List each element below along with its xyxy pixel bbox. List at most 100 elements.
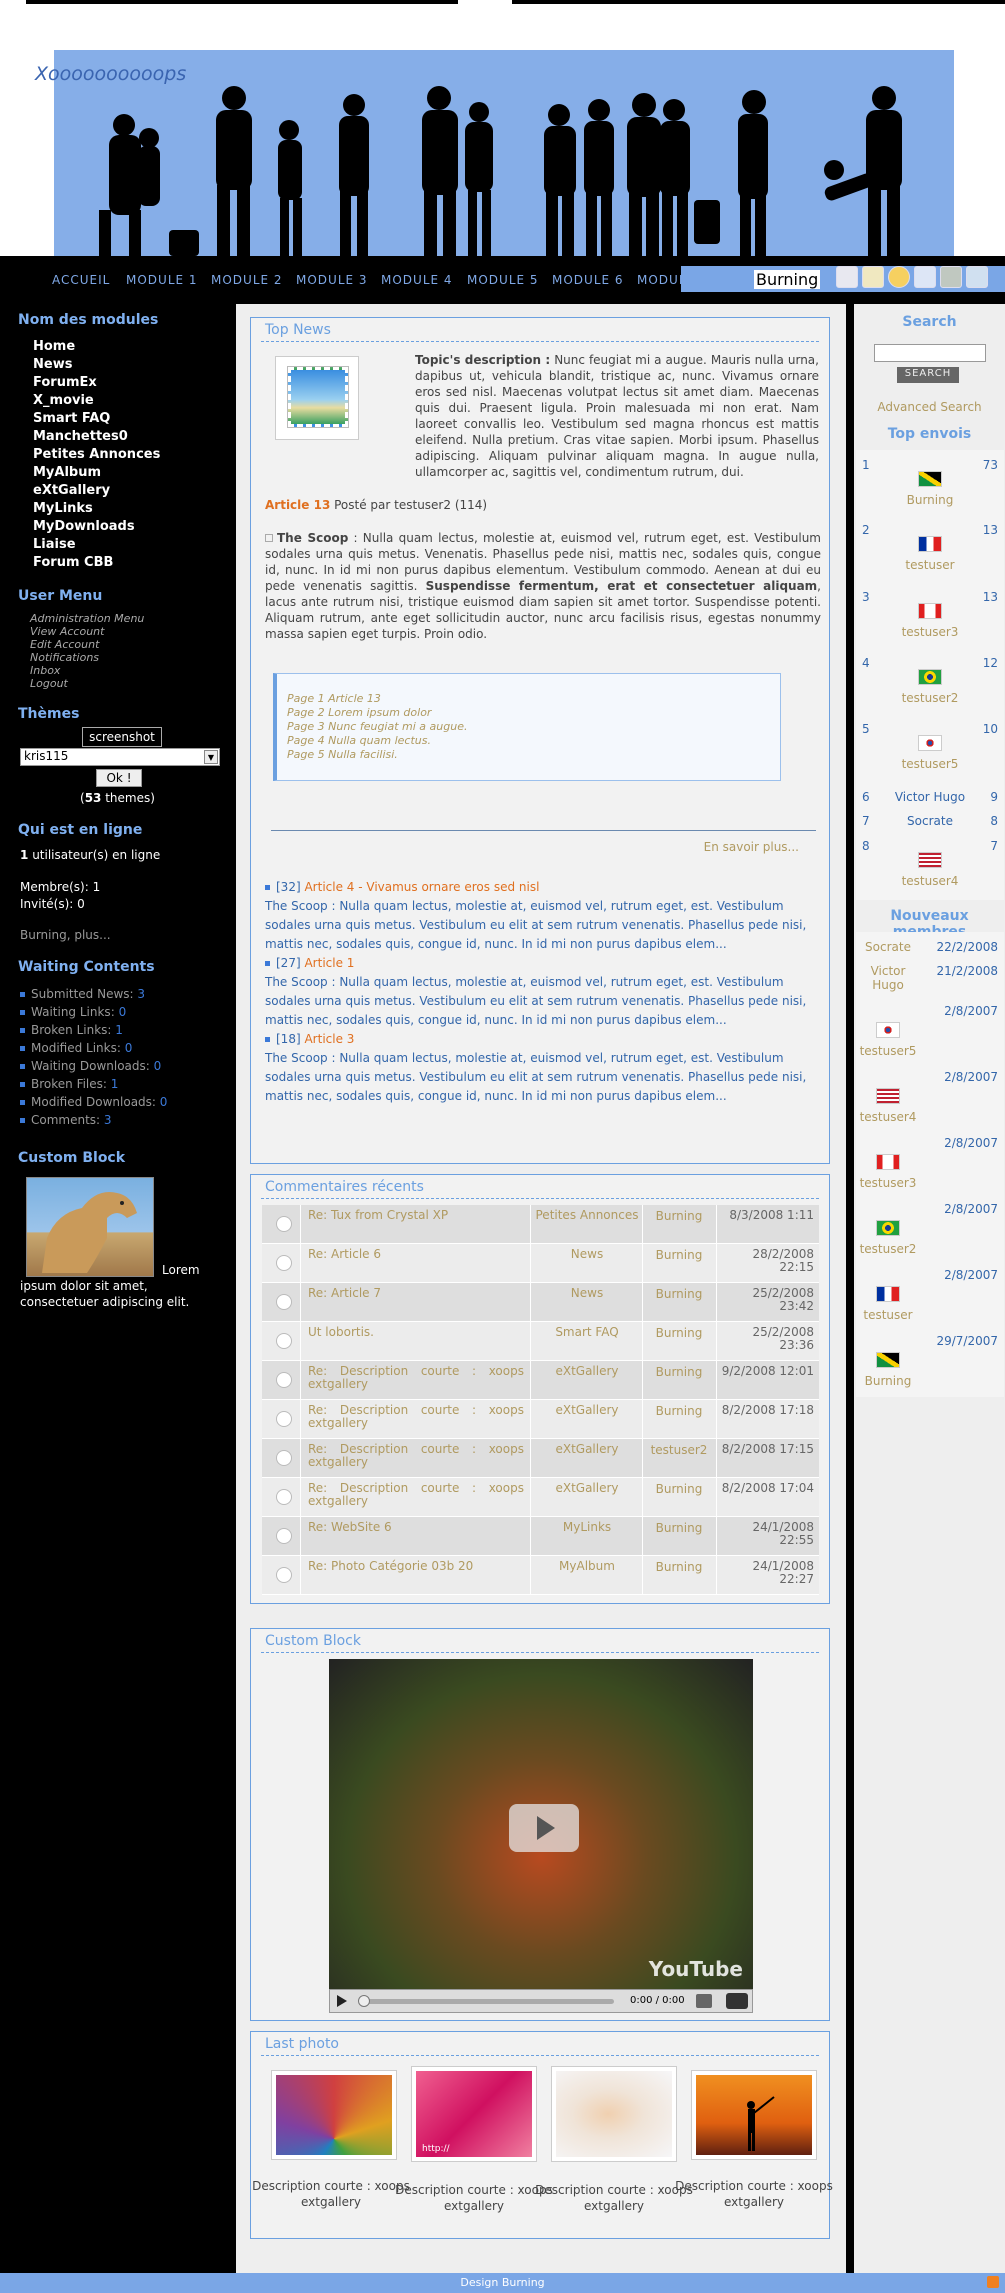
poster-name[interactable]: Victor Hugo (856, 790, 1004, 804)
module-link[interactable]: ForumEx (33, 374, 160, 392)
user-menu-link[interactable]: View Account (30, 625, 144, 638)
comment-user[interactable]: testuser2 (644, 1443, 714, 1457)
poster-name[interactable]: testuser3 (856, 625, 1004, 639)
comment-subject[interactable]: Re: Description courte : xoops extgaller… (308, 1365, 524, 1391)
progress-handle[interactable] (358, 1995, 370, 2007)
waiting-item[interactable]: Waiting Downloads: 0 (20, 1057, 167, 1075)
user-menu-link[interactable]: Inbox (30, 664, 144, 677)
play-icon[interactable] (509, 1804, 579, 1852)
rss-icon[interactable] (987, 2276, 999, 2288)
volume-icon[interactable] (696, 1994, 712, 2008)
member-name[interactable]: testuser3 (856, 1176, 920, 1190)
member-name[interactable]: Socrate (856, 940, 920, 954)
waiting-item[interactable]: Modified Links: 0 (20, 1039, 167, 1057)
comment-module[interactable]: eXtGallery (534, 1443, 640, 1456)
module-link[interactable]: MyDownloads (33, 518, 160, 536)
module-link[interactable]: Petites Annonces (33, 446, 160, 464)
waiting-item[interactable]: Submitted News: 3 (20, 985, 167, 1003)
comment-subject[interactable]: Ut lobortis. (308, 1326, 524, 1339)
theme-ok-button[interactable]: Ok ! (96, 769, 142, 787)
page-link[interactable]: Page 4 Nulla quam lectus. (287, 734, 780, 748)
article-author[interactable]: Posté par testuser2 (114) (334, 498, 487, 512)
comment-subject[interactable]: Re: WebSite 6 (308, 1521, 524, 1534)
poster-name[interactable]: testuser4 (856, 874, 1004, 888)
nav-item-module-3[interactable]: MODULE 3 (296, 273, 368, 287)
module-link[interactable]: Liaise (33, 536, 160, 554)
photo-thumb[interactable] (551, 2066, 677, 2162)
member-name[interactable]: Victor Hugo (856, 964, 920, 992)
member-name[interactable]: testuser2 (856, 1242, 920, 1256)
comment-user[interactable]: Burning (644, 1248, 714, 1262)
comment-module[interactable]: Smart FAQ (534, 1326, 640, 1339)
mail-icon[interactable] (836, 266, 858, 288)
user-menu-link[interactable]: Administration Menu (30, 612, 144, 625)
online-list[interactable]: Burning, plus... (20, 928, 111, 942)
logout-icon[interactable] (966, 266, 988, 288)
video-player[interactable]: YouTube (329, 1659, 753, 1989)
fullscreen-icon[interactable] (726, 1993, 748, 2009)
module-link[interactable]: MyAlbum (33, 464, 160, 482)
read-more-link[interactable]: En savoir plus... (704, 840, 799, 854)
page-link[interactable]: Page 3 Nunc feugiat mi a augue. (287, 720, 780, 734)
module-link[interactable]: X_movie (33, 392, 160, 410)
nav-item-accueil[interactable]: ACCUEIL (52, 273, 110, 287)
nav-item-module-1[interactable]: MODULE 1 (126, 273, 198, 287)
nav-item-module-4[interactable]: MODULE 4 (381, 273, 453, 287)
waiting-item[interactable]: Broken Links: 1 (20, 1021, 167, 1039)
photo-thumb[interactable] (271, 2070, 397, 2160)
comment-module[interactable]: News (534, 1287, 640, 1300)
user-menu-link[interactable]: Logout (30, 677, 144, 690)
news-title-link[interactable]: Article 4 - Vivamus ornare eros sed nisl (304, 880, 539, 894)
photo-thumb[interactable] (691, 2070, 817, 2160)
poster-name[interactable]: testuser5 (856, 757, 1004, 771)
nav-item-module-6[interactable]: MODULE 6 (552, 273, 624, 287)
poster-name[interactable]: Burning (856, 493, 1004, 507)
comment-module[interactable]: Petites Annonces (534, 1209, 640, 1222)
comment-subject[interactable]: Re: Description courte : xoops extgaller… (308, 1404, 524, 1430)
waiting-item[interactable]: Comments: 3 (20, 1111, 167, 1129)
search-input[interactable] (874, 344, 986, 362)
module-link[interactable]: eXtGallery (33, 482, 160, 500)
member-name[interactable]: Burning (856, 1374, 920, 1388)
waiting-item[interactable]: Waiting Links: 0 (20, 1003, 167, 1021)
comment-user[interactable]: Burning (644, 1326, 714, 1340)
module-link[interactable]: News (33, 356, 160, 374)
site-name[interactable]: Xoooooooooops (35, 63, 186, 85)
user-menu-link[interactable]: Edit Account (30, 638, 144, 651)
comment-module[interactable]: eXtGallery (534, 1404, 640, 1417)
comment-subject[interactable]: Re: Tux from Crystal XP (308, 1209, 524, 1222)
search-icon[interactable] (914, 266, 936, 288)
chevron-down-icon[interactable]: ▼ (204, 750, 218, 764)
module-link[interactable]: Home (33, 338, 160, 356)
waiting-item[interactable]: Broken Files: 1 (20, 1075, 167, 1093)
comment-module[interactable]: eXtGallery (534, 1482, 640, 1495)
waiting-item[interactable]: Modified Downloads: 0 (20, 1093, 167, 1111)
member-name[interactable]: testuser (856, 1308, 920, 1322)
comment-subject[interactable]: Re: Photo Catégorie 03b 20 (308, 1560, 524, 1573)
page-link[interactable]: Page 5 Nulla facilisi. (287, 748, 780, 762)
module-link[interactable]: Manchettes0 (33, 428, 160, 446)
search-button[interactable]: Search (897, 367, 959, 383)
theme-select[interactable]: kris115 ▼ (20, 748, 220, 766)
comment-subject[interactable]: Re: Article 7 (308, 1287, 524, 1300)
comment-user[interactable]: Burning (644, 1482, 714, 1496)
advanced-search-link[interactable]: Advanced Search (854, 400, 1005, 414)
admin-icon[interactable] (940, 266, 962, 288)
comment-module[interactable]: eXtGallery (534, 1365, 640, 1378)
news-title-link[interactable]: Article 1 (304, 956, 354, 970)
comment-module[interactable]: MyLinks (534, 1521, 640, 1534)
comment-user[interactable]: Burning (644, 1209, 714, 1223)
photo-thumb[interactable]: http:// (411, 2066, 537, 2162)
comment-user[interactable]: Burning (644, 1521, 714, 1535)
comment-user[interactable]: Burning (644, 1560, 714, 1574)
nav-user-name[interactable]: Burning (754, 270, 821, 289)
page-link[interactable]: Page 2 Lorem ipsum dolor (287, 706, 780, 720)
progress-bar[interactable] (360, 1999, 614, 2004)
nav-item-module-5[interactable]: MODULE 5 (467, 273, 539, 287)
comment-subject[interactable]: Re: Article 6 (308, 1248, 524, 1261)
smiley-icon[interactable] (888, 266, 910, 288)
comment-module[interactable]: News (534, 1248, 640, 1261)
nav-item-module-7[interactable]: MODUL (637, 273, 687, 287)
user-menu-link[interactable]: Notifications (30, 651, 144, 664)
comment-user[interactable]: Burning (644, 1365, 714, 1379)
